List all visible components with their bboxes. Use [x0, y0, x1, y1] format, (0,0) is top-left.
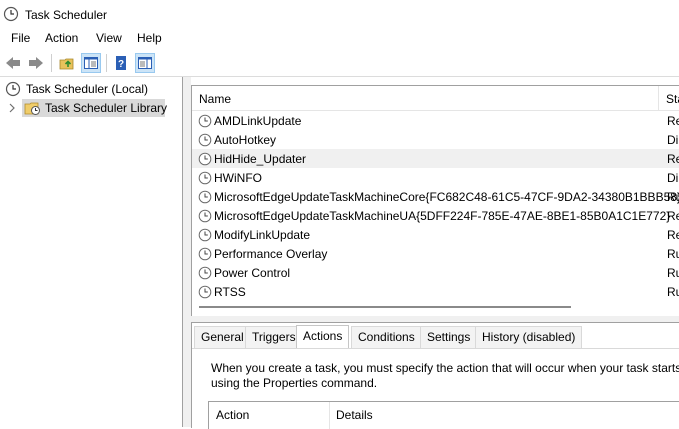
- task-name: RTSS: [214, 285, 246, 299]
- table-row[interactable]: MicrosoftEdgeUpdateTaskMachineUA{5DFF224…: [192, 206, 679, 225]
- column-header-action[interactable]: Action: [216, 408, 249, 422]
- menu-help[interactable]: Help: [136, 31, 163, 45]
- toolbar-separator: [106, 54, 107, 72]
- tab-general[interactable]: General: [194, 326, 251, 348]
- clock-icon: [3, 6, 19, 25]
- task-clock-icon: [198, 152, 212, 169]
- actions-description: When you create a task, you must specify…: [211, 361, 679, 391]
- tree-item-task-scheduler-local[interactable]: Task Scheduler (Local): [5, 80, 148, 98]
- menu-action[interactable]: Action: [44, 31, 79, 45]
- back-icon[interactable]: [3, 53, 23, 73]
- task-status: Re: [667, 114, 679, 128]
- task-name: HidHide_Updater: [214, 152, 307, 166]
- task-clock-icon: [198, 266, 212, 283]
- column-divider[interactable]: [329, 402, 330, 429]
- tab-conditions[interactable]: Conditions: [351, 326, 422, 348]
- horizontal-scrollbar[interactable]: [199, 306, 571, 308]
- table-row[interactable]: ModifyLinkUpdate Re: [192, 225, 679, 244]
- tree-item-label: Task Scheduler (Local): [26, 82, 149, 96]
- show-hide-action-pane-icon[interactable]: [135, 53, 155, 73]
- chevron-right-icon[interactable]: [8, 103, 16, 113]
- tree-item-label: Task Scheduler Library: [45, 101, 168, 115]
- up-folder-icon[interactable]: [57, 53, 77, 73]
- task-name: AutoHotkey: [214, 133, 277, 147]
- task-name: ModifyLinkUpdate: [214, 228, 311, 242]
- task-name: AMDLinkUpdate: [214, 114, 302, 128]
- detail-tabs: General Triggers Actions Conditions Sett…: [192, 325, 679, 349]
- task-clock-icon: [198, 247, 212, 264]
- task-clock-icon: [198, 209, 212, 226]
- task-status: Di: [667, 171, 679, 185]
- task-detail-pane: General Triggers Actions Conditions Sett…: [191, 322, 679, 429]
- tab-baseline: [192, 348, 679, 349]
- show-hide-console-tree-icon[interactable]: [81, 53, 101, 73]
- table-row[interactable]: MicrosoftEdgeUpdateTaskMachineCore{FC682…: [192, 187, 679, 206]
- task-status: Ru: [667, 266, 679, 280]
- title-bar: Task Scheduler: [0, 0, 679, 30]
- task-clock-icon: [198, 228, 212, 245]
- task-status: Ru: [667, 247, 679, 261]
- tab-history[interactable]: History (disabled): [475, 326, 583, 348]
- table-row[interactable]: Performance Overlay Ru: [192, 244, 679, 263]
- toolbar: ?: [0, 50, 679, 77]
- task-status: Re: [667, 152, 679, 166]
- task-clock-icon: [198, 171, 212, 188]
- tree-item-task-scheduler-library[interactable]: Task Scheduler Library: [22, 99, 168, 117]
- vertical-splitter[interactable]: [183, 77, 191, 427]
- help-icon[interactable]: ?: [111, 53, 131, 73]
- column-header-name[interactable]: Name: [199, 92, 231, 106]
- table-row[interactable]: HidHide_Updater Re: [192, 149, 679, 168]
- column-header-status[interactable]: Sta: [666, 92, 679, 106]
- folder-clock-icon: [24, 100, 41, 116]
- menu-bar: File Action View Help: [0, 30, 679, 50]
- task-status: Re: [667, 228, 679, 242]
- column-divider[interactable]: [658, 86, 659, 110]
- actions-table: Action Details: [208, 401, 679, 429]
- table-row[interactable]: HWiNFO Di: [192, 168, 679, 187]
- forward-icon[interactable]: [26, 53, 46, 73]
- description-line: using the Properties command.: [211, 376, 378, 390]
- task-list-header: Name Sta: [192, 86, 679, 111]
- menu-view[interactable]: View: [95, 31, 123, 45]
- table-row[interactable]: AMDLinkUpdate Re: [192, 111, 679, 130]
- svg-text:?: ?: [118, 59, 124, 70]
- task-status: Re: [667, 209, 679, 223]
- menu-file[interactable]: File: [10, 31, 31, 45]
- tab-settings[interactable]: Settings: [420, 326, 478, 348]
- task-name: MicrosoftEdgeUpdateTaskMachineUA{5DFF224…: [214, 209, 671, 223]
- task-status: Ru: [667, 190, 679, 204]
- table-row[interactable]: RTSS Ru: [192, 282, 679, 301]
- window-title: Task Scheduler: [25, 8, 108, 22]
- task-clock-icon: [198, 190, 212, 207]
- toolbar-separator: [51, 54, 52, 72]
- console-tree: Task Scheduler (Local) Task Scheduler Li…: [0, 77, 183, 427]
- task-name: MicrosoftEdgeUpdateTaskMachineCore{FC682…: [214, 190, 679, 204]
- table-row[interactable]: AutoHotkey Di: [192, 130, 679, 149]
- tab-triggers[interactable]: Triggers: [245, 326, 303, 348]
- task-clock-icon: [198, 285, 212, 302]
- task-status: Di: [667, 133, 679, 147]
- column-header-details[interactable]: Details: [336, 408, 373, 422]
- tab-actions[interactable]: Actions: [296, 325, 350, 349]
- task-name: HWiNFO: [214, 171, 262, 185]
- description-line: When you create a task, you must specify…: [211, 361, 679, 375]
- task-clock-icon: [198, 114, 212, 131]
- task-list: Name Sta AMDLinkUpdate Re AutoHotkey Di HidH…: [191, 85, 679, 317]
- table-row[interactable]: Power Control Ru: [192, 263, 679, 282]
- task-status: Ru: [667, 285, 679, 299]
- task-name: Performance Overlay: [214, 247, 328, 261]
- tree-expander[interactable]: [8, 99, 16, 117]
- clock-icon: [5, 81, 21, 97]
- task-clock-icon: [198, 133, 212, 150]
- task-name: Power Control: [214, 266, 291, 280]
